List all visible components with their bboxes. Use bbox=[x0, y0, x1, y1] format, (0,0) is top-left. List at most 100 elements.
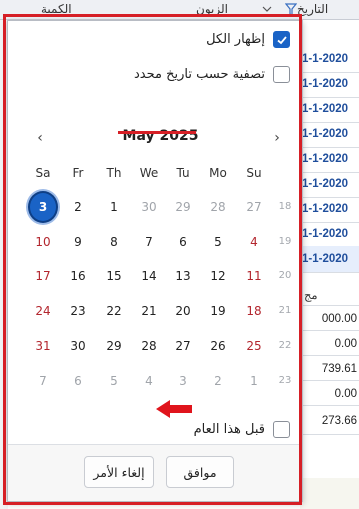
filter-by-date-checkbox[interactable] bbox=[273, 66, 290, 83]
cell-date[interactable]: 1-1-2020 bbox=[302, 178, 348, 190]
calendar-day[interactable]: 22 bbox=[99, 297, 129, 325]
selected-day-circle: 3 bbox=[28, 191, 58, 223]
calendar-day[interactable]: 24 bbox=[28, 297, 58, 325]
calendar-day[interactable]: 25 bbox=[239, 332, 269, 360]
row-divider bbox=[300, 405, 359, 406]
cell-date[interactable]: 1-1-2020 bbox=[302, 203, 348, 215]
before-this-year-checkbox[interactable] bbox=[273, 421, 290, 438]
cell-date[interactable]: 1-1-2020 bbox=[302, 253, 348, 265]
summary-header: مج bbox=[304, 290, 318, 302]
calendar-day[interactable]: 8 bbox=[99, 228, 129, 256]
row-divider bbox=[300, 330, 359, 331]
show-all-checkbox[interactable] bbox=[273, 31, 290, 48]
before-this-year-option[interactable]: قبل هذا العام bbox=[194, 421, 290, 438]
filter-by-date-option[interactable]: تصفية حسب تاريخ محدد bbox=[134, 66, 290, 83]
popup-footer bbox=[8, 445, 302, 501]
calendar-day[interactable]: 11 bbox=[239, 262, 269, 290]
row-divider bbox=[300, 122, 359, 123]
calendar-day[interactable]: 6 bbox=[168, 228, 198, 256]
calendar-day[interactable]: 1 bbox=[239, 367, 269, 395]
calendar-day[interactable]: 27 bbox=[239, 193, 269, 221]
calendar-day[interactable]: 6 bbox=[63, 367, 93, 395]
week-number: 20 bbox=[278, 270, 292, 281]
calendar-day[interactable]: 30 bbox=[63, 332, 93, 360]
row-divider bbox=[300, 305, 359, 306]
calendar-day[interactable]: 17 bbox=[28, 262, 58, 290]
calendar-day[interactable]: 19 bbox=[203, 297, 233, 325]
calendar-day[interactable]: 29 bbox=[99, 332, 129, 360]
weekday-header: Th bbox=[106, 166, 122, 180]
cell-date[interactable]: 1-1-2020 bbox=[302, 78, 348, 90]
cell-date[interactable]: 1-1-2020 bbox=[302, 53, 348, 65]
cell-date[interactable]: 1-1-2020 bbox=[302, 103, 348, 115]
calendar-day[interactable]: 2 bbox=[203, 367, 233, 395]
row-divider bbox=[300, 147, 359, 148]
calendar-day[interactable]: 30 bbox=[134, 193, 164, 221]
calendar-day[interactable]: 23 bbox=[63, 297, 93, 325]
calendar-day[interactable]: 10 bbox=[28, 228, 58, 256]
ok-button[interactable]: موافق bbox=[166, 456, 234, 488]
cell-date[interactable]: 1-1-2020 bbox=[302, 153, 348, 165]
calendar-day[interactable]: 9 bbox=[63, 228, 93, 256]
filter-funnel-icon[interactable] bbox=[284, 3, 298, 20]
week-number: 23 bbox=[278, 375, 292, 386]
row-divider bbox=[300, 172, 359, 173]
show-all-label: إظهار الكل bbox=[206, 32, 265, 47]
cell-number[interactable]: 0.00 bbox=[335, 388, 357, 400]
chevron-down-icon[interactable] bbox=[262, 3, 272, 17]
calendar-day[interactable]: 29 bbox=[168, 193, 198, 221]
week-number: 22 bbox=[278, 340, 292, 351]
calendar-day[interactable]: 7 bbox=[134, 228, 164, 256]
calendar-day[interactable]: 4 bbox=[134, 367, 164, 395]
calendar-day[interactable]: 26 bbox=[203, 332, 233, 360]
calendar-day[interactable]: 3 bbox=[168, 367, 198, 395]
week-number: 19 bbox=[278, 236, 292, 247]
calendar-day[interactable]: 13 bbox=[168, 262, 198, 290]
cell-date[interactable]: 1-1-2020 bbox=[302, 128, 348, 140]
column-header-date[interactable]: التاريخ bbox=[297, 2, 328, 16]
cell-number[interactable]: 273.66 bbox=[322, 415, 357, 427]
calendar-day[interactable]: 14 bbox=[134, 262, 164, 290]
cell-number[interactable]: 0.00 bbox=[335, 338, 357, 350]
calendar-day[interactable]: 28 bbox=[203, 193, 233, 221]
calendar-day[interactable]: 18 bbox=[239, 297, 269, 325]
before-this-year-label: قبل هذا العام bbox=[193, 422, 265, 437]
row-divider bbox=[300, 272, 359, 273]
calendar-day[interactable]: 27 bbox=[168, 332, 198, 360]
row-divider bbox=[300, 222, 359, 223]
calendar-day[interactable]: 5 bbox=[203, 228, 233, 256]
row-divider bbox=[300, 72, 359, 73]
next-month-icon[interactable]: › bbox=[267, 126, 287, 150]
red-arrow-icon bbox=[156, 400, 192, 418]
calendar-day[interactable]: 12 bbox=[203, 262, 233, 290]
grid-header: التاريخ الزبون الكمية bbox=[0, 0, 359, 20]
cell-number[interactable]: 739.61 bbox=[322, 363, 357, 375]
show-all-option[interactable]: إظهار الكل bbox=[206, 31, 290, 48]
calendar-day[interactable]: 16 bbox=[63, 262, 93, 290]
weekday-header: Tu bbox=[176, 166, 190, 180]
calendar-day[interactable]: 5 bbox=[99, 367, 129, 395]
calendar-day[interactable]: 20 bbox=[168, 297, 198, 325]
calendar-day[interactable]: 1 bbox=[99, 193, 129, 221]
column-header-qty[interactable]: الكمية bbox=[41, 2, 72, 16]
grid-footer bbox=[300, 478, 359, 509]
calendar-day-selected[interactable]: 3 bbox=[28, 191, 58, 223]
calendar-day[interactable]: 31 bbox=[28, 332, 58, 360]
calendar-day[interactable]: 2 bbox=[63, 193, 93, 221]
weekday-header: Sa bbox=[35, 166, 51, 180]
row-divider bbox=[300, 97, 359, 98]
calendar-day[interactable]: 28 bbox=[134, 332, 164, 360]
weekday-header: Mo bbox=[209, 166, 227, 180]
calendar-day[interactable]: 7 bbox=[28, 367, 58, 395]
calendar-day[interactable]: 15 bbox=[99, 262, 129, 290]
calendar-day[interactable]: 21 bbox=[134, 297, 164, 325]
cancel-button[interactable]: إلغاء الأمر bbox=[84, 456, 154, 488]
weekday-header: Fr bbox=[72, 166, 84, 180]
calendar-day[interactable]: 4 bbox=[239, 228, 269, 256]
column-header-customer[interactable]: الزبون bbox=[196, 2, 228, 16]
cell-number[interactable]: 000.00 bbox=[322, 313, 357, 325]
cell-date[interactable]: 1-1-2020 bbox=[302, 228, 348, 240]
week-number: 21 bbox=[278, 305, 292, 316]
date-filter-popup: إظهار الكل تصفية حسب تاريخ محدد ‹ May 20… bbox=[7, 20, 303, 502]
week-number: 18 bbox=[278, 201, 292, 212]
